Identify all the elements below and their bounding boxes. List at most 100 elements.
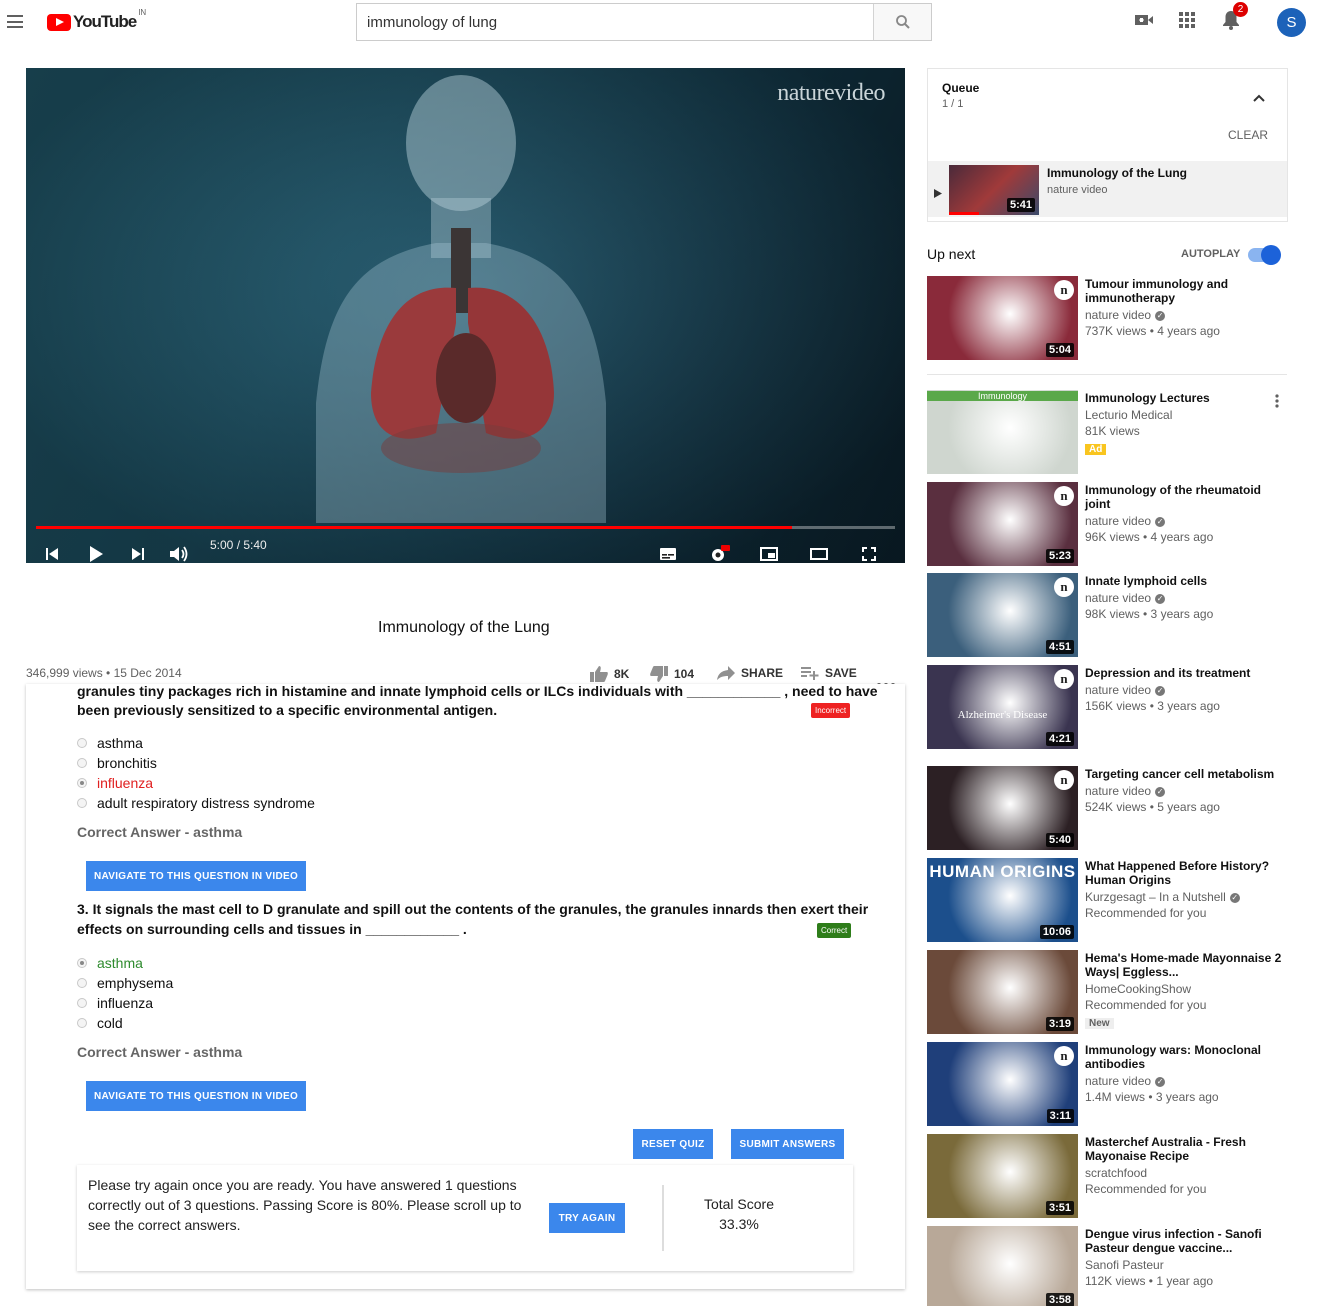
avatar[interactable]: S xyxy=(1277,8,1306,37)
search-input[interactable] xyxy=(357,4,873,40)
video-thumbnail[interactable]: HUMAN ORIGINS 10:06 xyxy=(927,858,1078,942)
q3-option[interactable]: emphysema xyxy=(77,975,173,991)
channel-name[interactable]: nature video xyxy=(1085,514,1151,528)
total-score-value: 33.3% xyxy=(719,1216,759,1232)
autoplay-toggle[interactable] xyxy=(1248,245,1281,265)
duration: 3:58 xyxy=(1045,1293,1074,1306)
q2-option-selected[interactable]: influenza xyxy=(77,775,153,791)
q3-option-selected[interactable]: asthma xyxy=(77,955,143,971)
q2-option[interactable]: asthma xyxy=(77,735,143,751)
duration: 5:40 xyxy=(1045,833,1074,847)
thumbnail-overlay-text: Alzheimer's Disease xyxy=(957,709,1048,721)
previous-icon[interactable] xyxy=(46,542,58,563)
radio-button[interactable] xyxy=(77,958,87,968)
video-thumbnail[interactable]: 5:23 n xyxy=(927,482,1078,566)
radio-button[interactable] xyxy=(77,978,87,988)
channel-name[interactable]: nature video xyxy=(1085,1074,1151,1088)
clear-queue-button[interactable]: CLEAR xyxy=(1228,128,1268,142)
like-button[interactable]: 8K xyxy=(590,666,629,682)
save-button[interactable]: SAVE xyxy=(801,666,857,680)
video-title[interactable]: Innate lymphoid cells xyxy=(1085,574,1285,588)
q2-option[interactable]: bronchitis xyxy=(77,755,157,771)
collapse-icon[interactable] xyxy=(1253,89,1265,107)
video-title[interactable]: Hema's Home-made Mayonnaise 2 Ways| Eggl… xyxy=(1085,951,1285,979)
settings-icon[interactable] xyxy=(710,542,730,563)
navigate-question-2-button[interactable]: NAVIGATE TO THIS QUESTION IN VIDEO xyxy=(86,861,306,891)
correct-badge: Correct xyxy=(817,923,852,938)
theater-mode-icon[interactable] xyxy=(810,542,828,563)
volume-icon[interactable] xyxy=(170,542,190,563)
video-thumbnail[interactable]: Immunology xyxy=(927,390,1078,474)
thumbnail-overlay-text: HUMAN ORIGINS xyxy=(929,862,1076,881)
youtube-logo[interactable]: YouTube IN xyxy=(47,8,146,32)
radio-button[interactable] xyxy=(77,738,87,748)
queue-item[interactable]: 5:41 Immunology of the Lung nature video xyxy=(928,161,1287,217)
video-title[interactable]: Depression and its treatment xyxy=(1085,666,1285,680)
try-again-button[interactable]: TRY AGAIN xyxy=(549,1203,625,1233)
video-thumbnail[interactable]: 5:04 n xyxy=(927,276,1078,360)
option-label: adult respiratory distress syndrome xyxy=(97,795,315,811)
option-label: influenza xyxy=(97,995,154,1011)
queue-item-title[interactable]: Immunology of the Lung xyxy=(1047,166,1187,180)
search-button[interactable] xyxy=(873,4,931,40)
view-count-date: 346,999 views • 15 Dec 2014 xyxy=(26,666,182,680)
channel-name[interactable]: Kurzgesagt – In a Nutshell xyxy=(1085,890,1226,904)
channel-name[interactable]: scratchfood xyxy=(1085,1166,1147,1180)
video-thumbnail[interactable]: 3:11 n xyxy=(927,1042,1078,1126)
video-title[interactable]: Tumour immunology and immunotherapy xyxy=(1085,277,1285,305)
video-thumbnail[interactable]: 3:51 xyxy=(927,1134,1078,1218)
apps-icon[interactable] xyxy=(1177,10,1197,30)
progress-bar[interactable] xyxy=(36,526,895,529)
video-info: Dengue virus infection - Sanofi Pasteur … xyxy=(1085,1227,1285,1289)
video-thumbnail[interactable]: 5:40 n xyxy=(927,766,1078,850)
play-icon[interactable] xyxy=(89,542,103,563)
video-thumbnail[interactable]: Alzheimer's Disease 4:21 n xyxy=(927,665,1078,749)
channel-row: nature video ✓ xyxy=(1085,590,1285,606)
subtitles-icon[interactable] xyxy=(660,542,676,563)
q2-option[interactable]: adult respiratory distress syndrome xyxy=(77,795,315,811)
radio-button[interactable] xyxy=(77,778,87,788)
channel-name[interactable]: Sanofi Pasteur xyxy=(1085,1258,1164,1272)
q3-option[interactable]: cold xyxy=(77,1015,123,1031)
next-icon[interactable] xyxy=(132,542,144,563)
channel-name[interactable]: HomeCookingShow xyxy=(1085,982,1191,996)
video-player[interactable]: naturevideo 5:00 / 5:40 xyxy=(26,68,905,563)
total-score: Total Score 33.3% xyxy=(677,1194,801,1234)
navigate-question-3-button[interactable]: NAVIGATE TO THIS QUESTION IN VIDEO xyxy=(86,1081,306,1111)
radio-button[interactable] xyxy=(77,1018,87,1028)
video-title[interactable]: Immunology of the rheumatoid joint xyxy=(1085,483,1285,511)
channel-name[interactable]: nature video xyxy=(1085,308,1151,322)
channel-name[interactable]: nature video xyxy=(1085,591,1151,605)
video-title[interactable]: What Happened Before History? Human Orig… xyxy=(1085,859,1285,887)
video-thumbnail[interactable]: 3:19 xyxy=(927,950,1078,1034)
like-count: 8K xyxy=(614,667,630,681)
more-options-icon[interactable] xyxy=(1275,394,1279,413)
video-title[interactable]: Dengue virus infection - Sanofi Pasteur … xyxy=(1085,1227,1285,1255)
radio-button[interactable] xyxy=(77,798,87,808)
verified-icon: ✓ xyxy=(1155,786,1166,797)
channel-name[interactable]: nature video xyxy=(1085,784,1151,798)
radio-button[interactable] xyxy=(77,758,87,768)
menu-icon[interactable] xyxy=(7,15,23,28)
fullscreen-icon[interactable] xyxy=(862,542,876,563)
dislike-button[interactable]: 104 xyxy=(650,666,694,682)
share-button[interactable]: SHARE xyxy=(717,666,783,680)
video-title[interactable]: Masterchef Australia - Fresh Mayonaise R… xyxy=(1085,1135,1285,1163)
video-thumbnail[interactable]: 3:58 xyxy=(927,1226,1078,1306)
miniplayer-icon[interactable] xyxy=(760,542,778,563)
video-title[interactable]: Targeting cancer cell metabolism xyxy=(1085,767,1285,781)
channel-name[interactable]: nature video xyxy=(1085,683,1151,697)
radio-button[interactable] xyxy=(77,998,87,1008)
create-video-icon[interactable] xyxy=(1134,10,1154,30)
queue-thumbnail[interactable]: 5:41 xyxy=(949,165,1039,215)
autoplay-label: AUTOPLAY xyxy=(1181,248,1241,260)
video-title[interactable]: Immunology Lectures xyxy=(1085,391,1285,405)
channel-row: scratchfood xyxy=(1085,1165,1285,1181)
video-title[interactable]: Immunology wars: Monoclonal antibodies xyxy=(1085,1043,1285,1071)
q3-option[interactable]: influenza xyxy=(77,995,153,1011)
video-thumbnail[interactable]: 4:51 n xyxy=(927,573,1078,657)
channel-name[interactable]: Lecturio Medical xyxy=(1085,408,1172,422)
reset-quiz-button[interactable]: RESET QUIZ xyxy=(633,1129,713,1159)
submit-answers-button[interactable]: SUBMIT ANSWERS xyxy=(731,1129,844,1159)
channel-row: HomeCookingShow xyxy=(1085,981,1285,997)
